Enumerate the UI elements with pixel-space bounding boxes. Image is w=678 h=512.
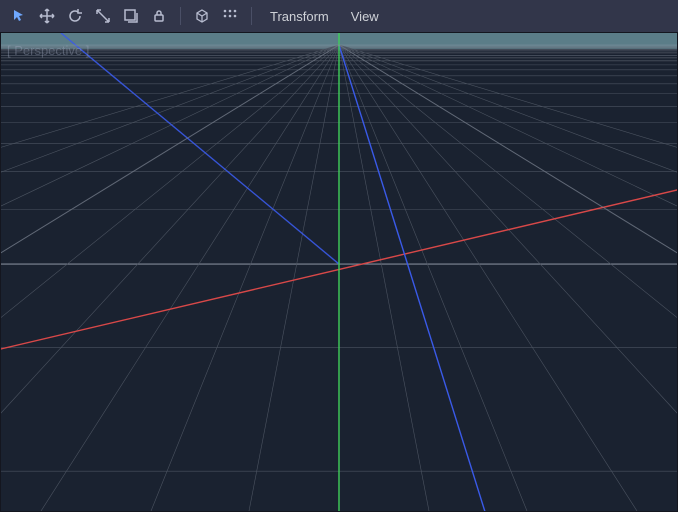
snap-icon xyxy=(222,8,238,24)
scale-icon xyxy=(95,8,111,24)
object-list-button[interactable] xyxy=(118,3,144,29)
move-tool-button[interactable] xyxy=(34,3,60,29)
cube-icon xyxy=(194,8,210,24)
viewport-toolbar: Transform View xyxy=(0,0,678,32)
rotate-tool-button[interactable] xyxy=(62,3,88,29)
move-icon xyxy=(39,8,55,24)
transform-menu[interactable]: Transform xyxy=(260,5,339,28)
lock-button[interactable] xyxy=(146,3,172,29)
select-arrow-icon xyxy=(11,8,27,24)
object-list-icon xyxy=(123,8,139,24)
viewport-grid xyxy=(1,33,677,511)
view-menu[interactable]: View xyxy=(341,5,389,28)
rotate-icon xyxy=(67,8,83,24)
select-tool-button[interactable] xyxy=(6,3,32,29)
toolbar-separator xyxy=(251,7,252,25)
snap-button[interactable] xyxy=(217,3,243,29)
perspective-button[interactable] xyxy=(189,3,215,29)
scale-tool-button[interactable] xyxy=(90,3,116,29)
3d-viewport[interactable]: [ Perspective ] xyxy=(0,32,678,512)
toolbar-separator xyxy=(180,7,181,25)
lock-icon xyxy=(151,8,167,24)
